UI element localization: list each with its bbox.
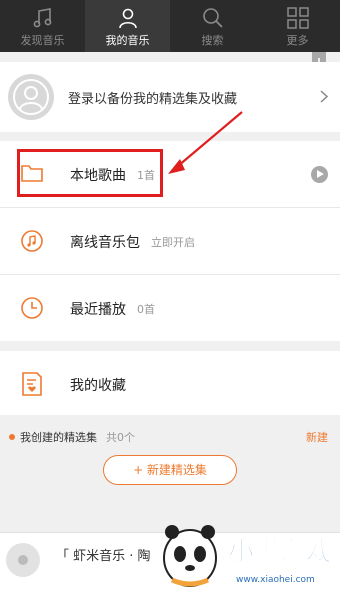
favorites-label: 我的收藏: [70, 378, 126, 394]
tab-label: 搜索: [201, 34, 224, 47]
login-prompt: 登录以备份我的精选集及收藏: [68, 92, 238, 107]
chevron-right-icon: [320, 90, 328, 103]
tab-bar: 发现音乐 我的音乐 搜索 更多: [0, 0, 340, 52]
album-disc-icon: [6, 543, 40, 577]
recent-plays-row[interactable]: 最近播放 0首: [0, 275, 340, 341]
recent-plays-label: 最近播放: [70, 302, 126, 318]
now-playing-title: 「 虾米音乐 · 陶: [56, 549, 151, 564]
section-dot-icon: [9, 434, 15, 440]
new-collection-button[interactable]: + 新建精选集: [103, 455, 237, 485]
avatar: [8, 74, 54, 120]
tab-label: 更多: [286, 34, 309, 47]
user-icon: [118, 8, 137, 29]
music-note-icon: [33, 8, 51, 28]
collections-header: 我创建的精选集 共0个 新建: [0, 425, 340, 449]
mini-player[interactable]: 「 虾米音乐 · 陶: [0, 532, 340, 589]
offline-pack-status: 立即开启: [151, 236, 195, 249]
favorites-doc-icon: [22, 372, 42, 396]
clock-icon: [21, 297, 43, 319]
login-card[interactable]: 登录以备份我的精选集及收藏: [0, 62, 340, 132]
offline-pack-row[interactable]: 离线音乐包 立即开启: [0, 208, 340, 274]
tab-label: 我的音乐: [105, 34, 150, 47]
tab-discover-music[interactable]: 发现音乐: [0, 0, 85, 52]
music-disc-icon: [21, 230, 43, 252]
offline-pack-label: 离线音乐包: [70, 235, 140, 251]
default-avatar-icon: [13, 79, 49, 115]
tab-my-music[interactable]: 我的音乐: [85, 0, 170, 52]
favorites-row[interactable]: 我的收藏: [0, 351, 340, 415]
tab-search[interactable]: 搜索: [170, 0, 255, 52]
collections-title: 我创建的精选集: [20, 431, 97, 444]
play-icon[interactable]: [311, 166, 328, 183]
highlight-box: [17, 149, 163, 197]
new-collection-link[interactable]: 新建: [306, 429, 328, 445]
recent-plays-count: 0首: [137, 303, 155, 316]
collections-count: 共0个: [106, 431, 135, 444]
tab-more[interactable]: 更多: [255, 0, 340, 52]
grid-icon: [286, 7, 309, 29]
search-icon: [202, 8, 223, 28]
tab-label: 发现音乐: [20, 34, 65, 47]
